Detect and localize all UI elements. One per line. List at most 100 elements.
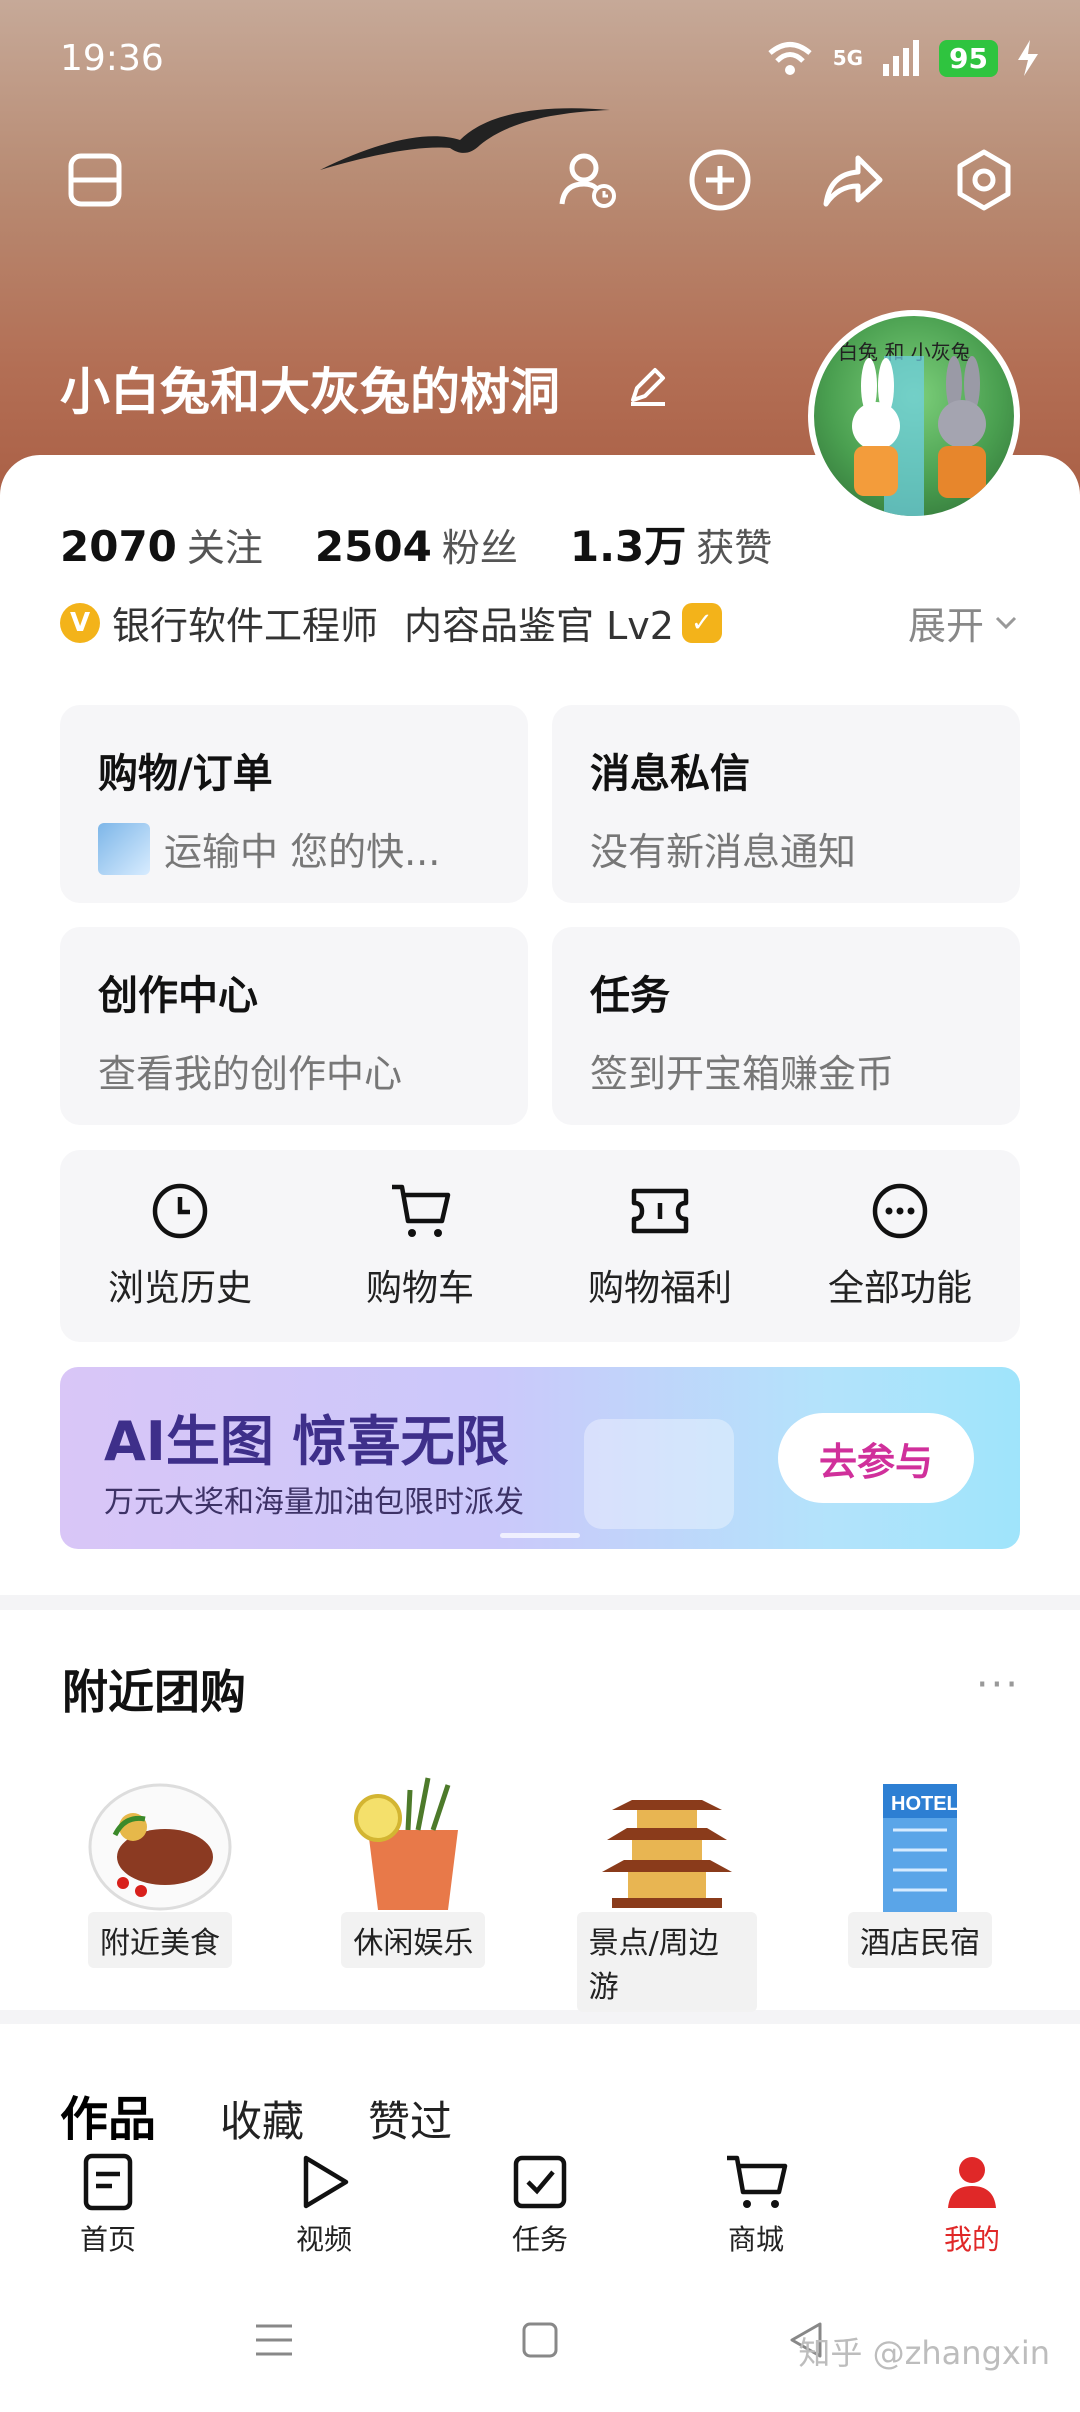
nav-label: 视频 [295, 2223, 352, 2256]
plus-circle-icon [689, 149, 751, 211]
tile-subtitle: 签到开宝箱赚金币 [590, 1052, 895, 1096]
stat-label: 关注 [186, 526, 263, 570]
stat-likes[interactable]: 1.3万 获赞 [570, 513, 772, 574]
cart-button[interactable]: 购物车 [300, 1150, 540, 1342]
profile-tags: V 银行软件工程师 内容品鉴官 Lv2 ✓ 展开 [60, 595, 1020, 650]
settings-button[interactable] [944, 140, 1024, 220]
tile-title: 创作中心 [98, 973, 258, 1019]
friend-visitor-button[interactable] [548, 140, 628, 220]
home-square-icon[interactable] [520, 2320, 560, 2360]
cocktail-icon [354, 1777, 459, 1910]
signal-icon [883, 40, 920, 76]
nearby-food[interactable]: 附近美食 [70, 1770, 250, 2012]
nav-tasks[interactable]: 任务 [432, 2140, 648, 2270]
add-button[interactable] [680, 140, 760, 220]
profile-card: 2070 关注 2504 粉丝 1.3万 获赞 V 银行软件工程师 内容品鉴官 Lv2… [0, 455, 1080, 1595]
nav-label: 任务 [511, 2223, 568, 2256]
status-time: 19:36 [60, 38, 164, 79]
cart-icon [727, 2155, 788, 2208]
gear-icon [957, 149, 1011, 211]
stat-number: 2504 [314, 522, 432, 571]
stat-number: 2070 [60, 522, 177, 571]
content-tabs: 作品 收藏 赞过 [0, 2024, 1080, 2148]
person-icon [948, 2157, 996, 2208]
stat-following[interactable]: 2070 关注 [60, 517, 263, 572]
tile-subtitle: 查看我的创作中心 [98, 1052, 403, 1096]
more-icon [872, 1183, 928, 1239]
checkbox-icon [513, 2155, 567, 2209]
verified-v-icon: V [60, 602, 100, 643]
all-features-button[interactable]: 全部功能 [780, 1150, 1020, 1342]
menu-icon[interactable] [252, 2320, 296, 2360]
home-doc-icon [83, 2153, 133, 2211]
nearby-label: 附近美食 [88, 1912, 232, 1968]
nav-me[interactable]: 我的 [864, 2140, 1080, 2270]
hotel-building-icon: HOTEL [882, 1784, 959, 1914]
nearby-leisure[interactable]: 休闲娱乐 [323, 1770, 503, 2012]
nav-mall[interactable]: 商城 [648, 2140, 864, 2270]
nav-video[interactable]: 视频 [216, 2140, 432, 2270]
nav-label: 商城 [727, 2223, 784, 2256]
nearby-label: 休闲娱乐 [341, 1912, 486, 1968]
scan-icon [68, 153, 122, 207]
nearby-group-buy: 附近团购 ··· 附近美食 休闲娱乐 景点/周边游 HOTEL 酒店民宿 [0, 1610, 1080, 2012]
tile-title: 消息私信 [590, 751, 750, 797]
scan-button[interactable] [55, 140, 135, 220]
messages-tile[interactable]: 消息私信 没有新消息通知 [552, 705, 1020, 903]
stat-label: 粉丝 [441, 526, 518, 570]
profile-name: 小白兔和大灰兔的树洞 [60, 363, 560, 421]
expand-label: 展开 [907, 604, 984, 648]
history-button[interactable]: 浏览历史 [60, 1150, 300, 1342]
join-button[interactable]: 去参与 [778, 1413, 974, 1503]
banner-subtitle: 万元大奖和海量加油包限时派发 [104, 1485, 524, 1520]
user-clock-icon [559, 153, 616, 208]
share-button[interactable] [812, 140, 892, 220]
more-options-button[interactable]: ··· [976, 1662, 1020, 1708]
nearby-label: 酒店民宿 [847, 1912, 992, 1968]
banner-title: AI生图 惊喜无限 [104, 1410, 509, 1473]
clock-icon [152, 1183, 208, 1239]
package-thumbnail [98, 822, 150, 875]
edit-icon[interactable] [625, 362, 671, 408]
nearby-label: 景点/周边游 [576, 1912, 757, 2012]
avatar[interactable]: 白兔 和 小灰兔 [808, 310, 1020, 522]
nearby-attractions[interactable]: 景点/周边游 [576, 1770, 757, 2012]
hotel-sign: HOTEL [891, 1793, 959, 1815]
chevron-down-icon [995, 616, 1017, 629]
creator-center-tile[interactable]: 创作中心 查看我的创作中心 [60, 927, 528, 1125]
tile-title: 任务 [590, 973, 670, 1019]
tasks-tile[interactable]: 任务 签到开宝箱赚金币 [552, 927, 1020, 1125]
tile-subtitle: 运输中 您的快... [164, 830, 441, 874]
nav-label: 首页 [79, 2223, 136, 2256]
nav-home[interactable]: 首页 [0, 2140, 216, 2270]
steak-plate-icon [88, 1783, 232, 1911]
expand-button[interactable]: 展开 [908, 595, 1020, 650]
cart-icon [392, 1184, 451, 1237]
battery-level: 95 [939, 39, 998, 77]
quick-label: 购物车 [365, 1268, 474, 1309]
stat-label: 获赞 [696, 526, 773, 570]
orders-tile[interactable]: 购物/订单 运输中 您的快... [60, 705, 528, 903]
promo-banner[interactable]: AI生图 惊喜无限 万元大奖和海量加油包限时派发 去参与 [60, 1367, 1020, 1549]
tag-occupation: 银行软件工程师 [112, 604, 379, 648]
tag-level[interactable]: 内容品鉴官 Lv2 [404, 595, 674, 650]
rabbit-illustration [852, 356, 986, 516]
wifi-icon [768, 42, 812, 75]
watermark: 知乎 @zhangxin [798, 2334, 1050, 2372]
status-bar: 19:36 5G 95 [0, 30, 1080, 90]
system-navigation-bar: 知乎 @zhangxin [0, 2270, 1080, 2412]
stat-followers[interactable]: 2504 粉丝 [315, 517, 518, 572]
camera-icon [584, 1419, 734, 1529]
charging-icon [1018, 40, 1038, 76]
share-icon [823, 155, 883, 207]
tile-title: 购物/订单 [98, 751, 273, 797]
quick-actions: 浏览历史 购物车 购物福利 全部功能 [60, 1150, 1020, 1342]
bottom-navigation: 首页 视频 任务 商城 我的 [0, 2140, 1080, 2270]
pagoda-icon [601, 1800, 732, 1908]
ticket-icon [631, 1188, 689, 1234]
nearby-hotels[interactable]: HOTEL 酒店民宿 [830, 1770, 1010, 2012]
banner-pager [500, 1533, 580, 1538]
stat-number: 1.3万 [569, 522, 687, 571]
quick-label: 全部功能 [827, 1268, 972, 1309]
benefits-button[interactable]: 购物福利 [540, 1150, 780, 1342]
